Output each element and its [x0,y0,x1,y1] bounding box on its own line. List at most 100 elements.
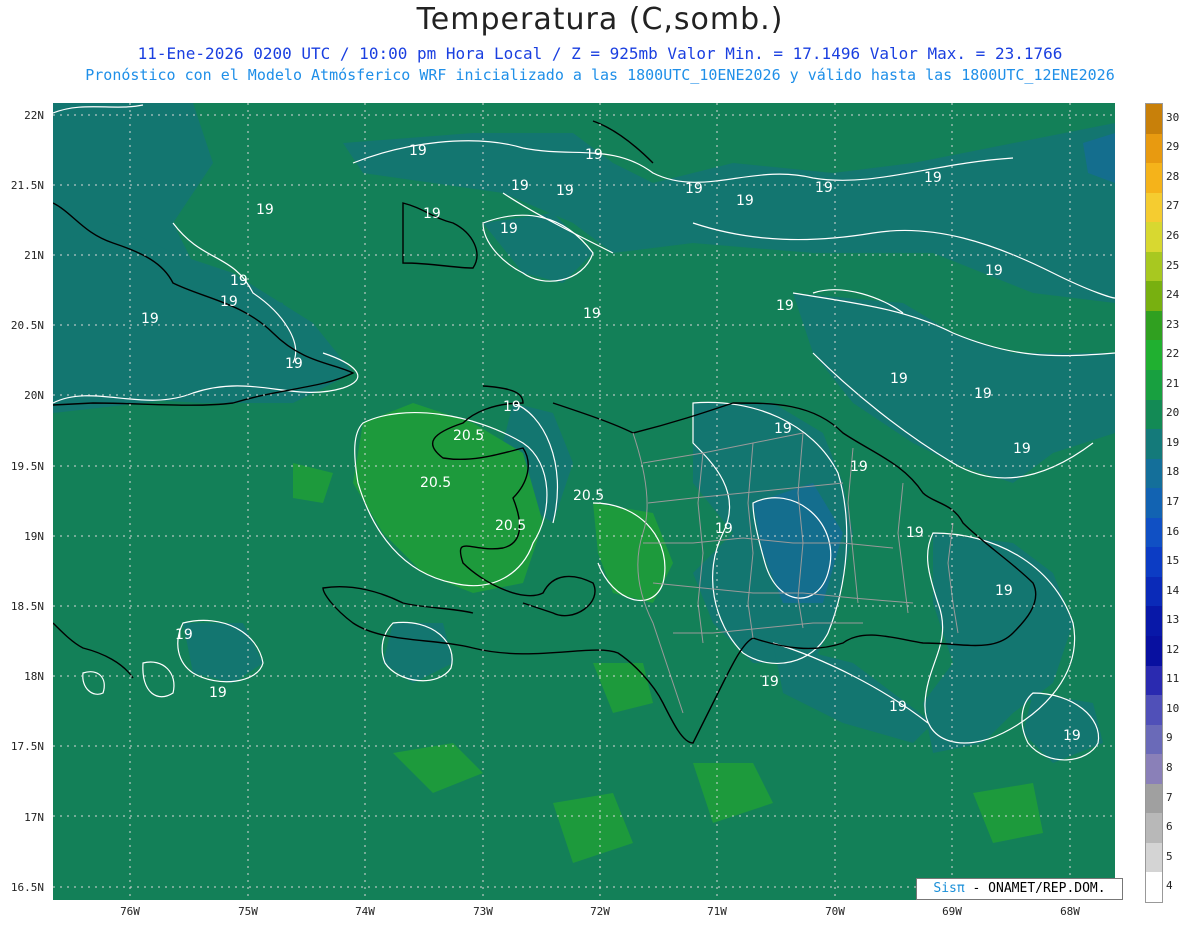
color-scale-label: 20 [1166,406,1180,420]
color-scale-swatch [1146,458,1162,489]
contour-label: 19 [209,685,227,701]
contour-label: 19 [285,356,303,372]
color-scale-swatch [1146,724,1162,755]
contour-label: 19 [500,221,518,237]
contour-label: 19 [889,699,907,715]
color-scale-swatch [1146,281,1162,312]
contour-label: 19 [175,627,193,643]
contour-label: 19 [685,181,703,197]
lat-label: 21N [24,249,44,262]
color-scale-swatch [1146,370,1162,401]
color-scale-label: 17 [1166,495,1180,508]
lon-label: 73W [473,905,493,918]
color-scale-label: 23 [1166,317,1180,331]
color-scale-swatch [1146,429,1162,460]
color-scale-swatch [1146,783,1162,814]
contour-label: 19 [503,399,521,415]
color-scale-label: 22 [1166,347,1180,361]
color-scale-swatch [1146,340,1162,371]
contour-label: 19 [556,183,574,199]
lat-label: 16.5N [10,881,44,894]
color-scale-label: 5 [1166,849,1173,863]
color-scale-swatch [1146,872,1162,903]
lat-label: 18N [24,670,44,683]
contour-label: 19 [736,193,754,209]
color-scale-label: 26 [1166,229,1180,242]
contour-label: 19 [230,273,248,289]
color-scale-swatch [1146,163,1162,194]
lon-label: 74W [355,905,375,918]
lat-label: 22N [24,109,44,122]
contour-label: 19 [715,521,733,537]
color-scale-label: 18 [1166,465,1180,479]
contour-label: 19 [850,459,868,475]
contour-label: 19 [141,311,159,327]
lon-label: 71W [707,905,727,918]
color-scale-label: 16 [1166,524,1180,538]
color-scale-swatch [1146,606,1162,637]
color-scale-label: 13 [1166,613,1180,627]
lon-label: 69W [942,905,962,918]
color-scale-swatch [1146,104,1162,135]
color-scale-label: 29 [1166,140,1180,154]
contour-label: 19 [220,294,238,310]
color-scale-swatch [1146,517,1162,548]
lat-label: 21.5N [10,179,44,192]
color-scale-swatch [1146,576,1162,607]
contour-label: 19 [583,306,601,322]
credit-text: - ONAMET/REP.DOM. [972,881,1106,896]
color-scale-label: 11 [1166,672,1180,686]
contour-label: 19 [776,298,794,314]
temperature-map: 19 19 19 19 19 19 19 19 19 19 19 19 19 1… [53,103,1115,900]
color-scale-swatch [1146,842,1162,873]
contour-label: 19 [409,143,427,159]
color-scale-label: 19 [1166,435,1180,449]
lon-label: 72W [590,905,610,918]
contour-label: 20.5 [573,488,604,504]
lat-label: 19.5N [10,460,44,473]
lat-label: 20.5N [10,319,44,332]
contour-label: 19 [256,202,274,218]
color-scale-swatch [1146,222,1162,253]
model-info-line: Pronóstico con el Modelo Atmósferico WRF… [85,66,1115,84]
color-scale-swatch [1146,695,1162,726]
color-scale-label: 10 [1166,701,1180,715]
sispi-logo: Sisπ [933,881,965,896]
contour-label: 19 [774,421,792,437]
valid-time-line: 11-Ene-2026 0200 UTC / 10:00 pm Hora Loc… [137,44,1063,63]
color-scale-swatch [1146,754,1162,785]
color-scale-label: 12 [1166,642,1180,656]
lat-label: 20N [24,389,44,402]
lat-label: 17.5N [10,740,44,753]
contour-label: 19 [985,263,1003,279]
color-scale-label: 14 [1166,583,1180,597]
color-scale-label: 7 [1166,790,1173,804]
color-scale-label: 21 [1166,376,1180,390]
contour-label: 19 [815,180,833,196]
contour-label: 19 [585,147,603,163]
contour-label: 19 [890,371,908,387]
contour-label: 19 [761,674,779,690]
contour-label: 19 [511,178,529,194]
lon-label: 68W [1060,905,1080,918]
lat-label: 17N [24,811,44,824]
color-scale-label: 30 [1166,110,1180,124]
contour-label: 19 [423,206,441,222]
lon-label: 76W [120,905,140,918]
color-scale-label: 27 [1166,199,1180,213]
contour-label: 20.5 [420,475,451,491]
color-scale-swatch [1146,310,1162,341]
color-scale-label: 9 [1166,731,1173,745]
color-scale-swatch [1146,399,1162,430]
contour-label: 19 [1063,728,1081,744]
lon-label: 75W [238,905,258,918]
color-scale-swatch [1146,813,1162,844]
lat-label: 18.5N [10,600,44,613]
contour-label: 20.5 [495,518,526,534]
color-scale-label: 8 [1166,761,1173,774]
color-scale-bar [1145,103,1163,903]
color-scale-label: 15 [1166,554,1180,568]
color-scale-label: 25 [1166,258,1180,272]
color-scale-label: 28 [1166,169,1180,183]
lat-label: 19N [24,530,44,543]
